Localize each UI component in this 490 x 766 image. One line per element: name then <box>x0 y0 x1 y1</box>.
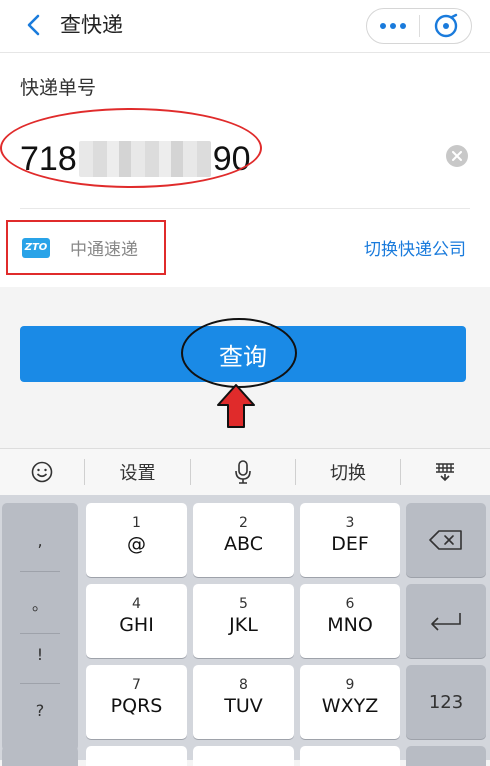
punct-key[interactable]: , <box>2 531 78 550</box>
key-digit: 3 <box>345 515 355 531</box>
key-letters: MNO <box>327 614 373 636</box>
courier-company-selector[interactable]: ZTO 中通速递 <box>6 220 166 275</box>
collapse-keyboard-button[interactable] <box>401 449 489 495</box>
bottom-key[interactable] <box>300 746 400 766</box>
key-6[interactable]: 6 MNO <box>300 584 400 658</box>
punct-key[interactable]: ! <box>2 645 78 664</box>
more-dot <box>400 23 406 29</box>
key-digit: 1 <box>132 515 141 531</box>
key-letters: @ <box>127 533 146 555</box>
punct-key[interactable]: ? <box>2 701 78 720</box>
more-button[interactable] <box>367 9 419 43</box>
key-digit: 9 <box>345 677 355 693</box>
page-title: 查快递 <box>60 13 123 37</box>
clear-input-button[interactable] <box>446 145 468 167</box>
close-miniapp-button[interactable] <box>420 9 471 43</box>
key-digit: 4 <box>132 596 141 612</box>
punct-divider <box>20 683 60 684</box>
key-7[interactable]: 7 PQRS <box>86 665 187 739</box>
key-9[interactable]: 9 WXYZ <box>300 665 400 739</box>
key-digit: 5 <box>239 596 248 612</box>
tracking-number-label: 快递单号 <box>20 77 97 99</box>
punctuation-column[interactable]: , 。 ! ? <box>2 503 78 751</box>
bottom-key[interactable] <box>406 746 486 766</box>
annotation-up-arrow-icon <box>217 384 255 428</box>
mini-program-capsule <box>366 8 472 44</box>
emoji-button[interactable] <box>0 449 84 495</box>
punct-divider <box>20 633 60 634</box>
key-letters: PQRS <box>110 695 163 717</box>
back-button[interactable] <box>18 10 48 40</box>
top-bar: 查快递 <box>0 0 490 53</box>
key-digit: 7 <box>132 677 141 693</box>
punct-key[interactable]: 。 <box>2 591 78 615</box>
key-3[interactable]: 3 DEF <box>300 503 400 577</box>
company-name: 中通速递 <box>70 240 138 260</box>
enter-key[interactable] <box>406 584 486 658</box>
backspace-icon <box>429 530 462 550</box>
bottom-key[interactable] <box>2 746 78 766</box>
more-dot <box>390 23 396 29</box>
zto-logo: ZTO <box>22 237 50 258</box>
key-letters: TUV <box>224 695 263 717</box>
smiley-icon <box>31 461 53 483</box>
key-1[interactable]: 1 @ <box>86 503 187 577</box>
key-5[interactable]: 5 JKL <box>193 584 294 658</box>
key-letters: JKL <box>229 614 258 636</box>
return-icon <box>431 613 461 631</box>
key-2[interactable]: 2 ABC <box>193 503 294 577</box>
key-4[interactable]: 4 GHI <box>86 584 187 658</box>
key-letters: WXYZ <box>321 695 379 717</box>
query-button[interactable]: 查询 <box>20 326 466 382</box>
annotation-ellipse-number <box>0 108 262 188</box>
key-digit: 8 <box>239 677 248 693</box>
key-digit: 6 <box>345 596 355 612</box>
space-key[interactable] <box>193 746 294 766</box>
switch-keyboard-button[interactable]: 切换 <box>296 449 400 495</box>
chevron-left-icon <box>27 14 40 36</box>
more-dots-icon <box>380 23 386 29</box>
key-digit: 2 <box>239 515 248 531</box>
settings-button[interactable]: 设置 <box>85 449 190 495</box>
switch-company-link[interactable]: 切换快递公司 <box>364 235 466 260</box>
key-letters: DEF <box>331 533 369 555</box>
key-letters: GHI <box>119 614 154 636</box>
form-divider <box>20 208 470 209</box>
clear-x-icon <box>452 151 462 161</box>
key-letters: ABC <box>224 533 263 555</box>
numbers-key[interactable]: 123 <box>406 665 486 739</box>
backspace-key[interactable] <box>406 503 486 577</box>
voice-input-button[interactable] <box>191 449 295 495</box>
punct-divider <box>20 571 60 572</box>
t9-keyboard: , 。 ! ? 1 @ 2 ABC 3 DEF 4 GHI 5 JKL 6 MN… <box>0 495 490 766</box>
keyboard-hide-icon <box>436 463 454 482</box>
microphone-icon <box>235 460 251 484</box>
bottom-key[interactable] <box>86 746 187 766</box>
target-close-icon <box>434 13 457 38</box>
keyboard-toolbar: 设置 切换 <box>0 448 490 495</box>
key-8[interactable]: 8 TUV <box>193 665 294 739</box>
